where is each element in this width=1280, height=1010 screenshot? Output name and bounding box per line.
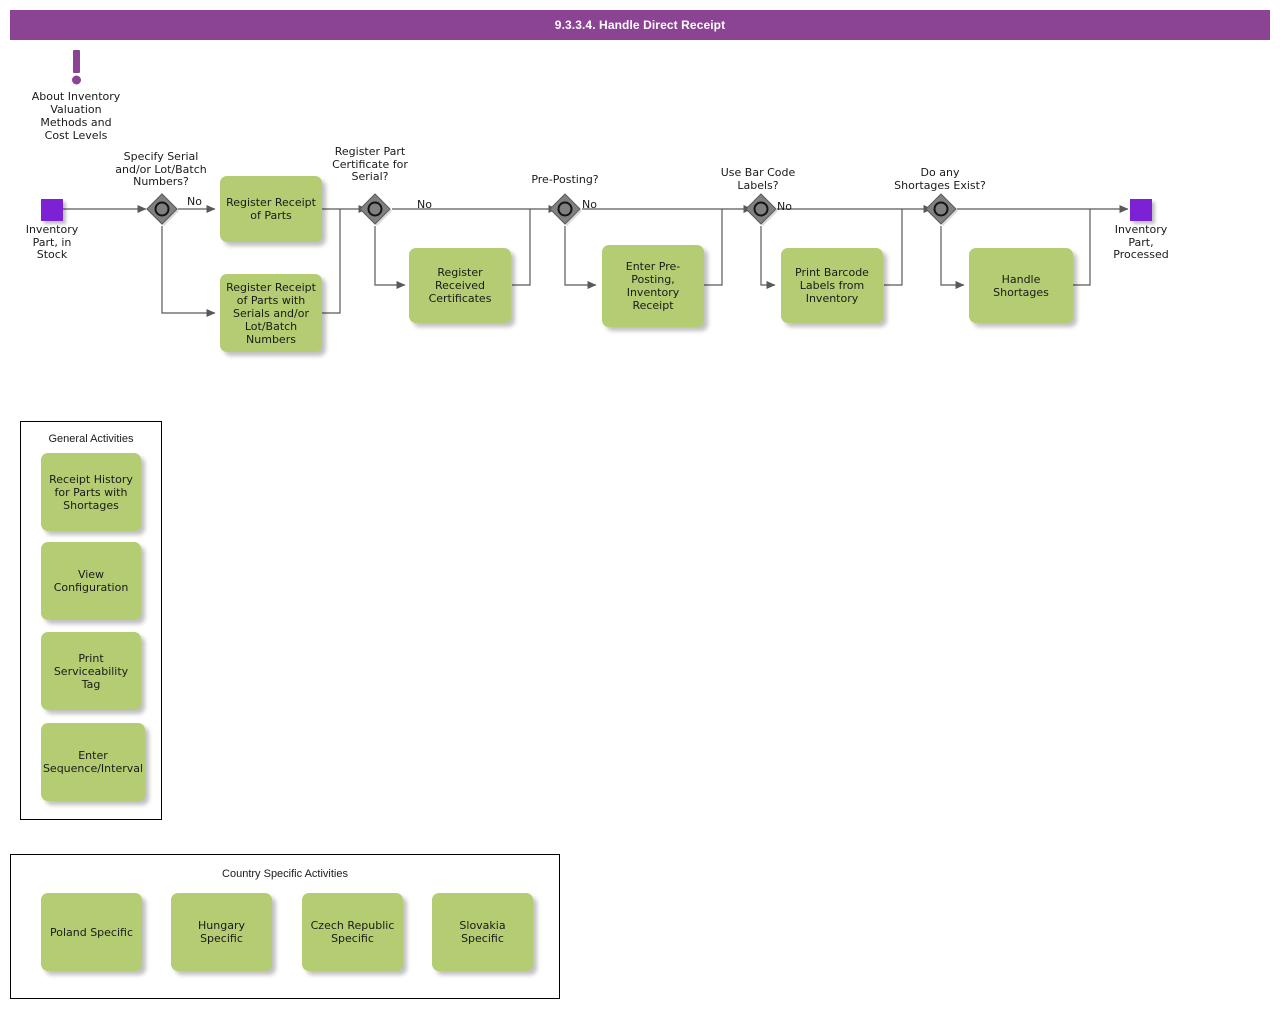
decision-label-shortages-exist: Do any Shortages Exist? [894,166,986,192]
activity-slovakia-specific[interactable]: Slovakia Specific [432,893,533,971]
decision-use-bar-code-labels[interactable] [744,192,778,226]
exclamation-mark-icon [70,50,82,86]
activity-handle-shortages[interactable]: Handle Shortages [969,248,1073,323]
decision-specify-serial[interactable] [145,192,179,226]
edge-label-use-bar-code-labels-no: No [777,200,792,213]
note-label: About Inventory Valuation Methods and Co… [31,90,121,142]
end-node-inventory-part-processed[interactable] [1130,199,1152,221]
decision-label-pre-posting: Pre-Posting? [531,173,599,186]
decision-label-register-part-certificate: Register Part Certificate for Serial? [332,145,408,183]
activity-czech-republic-specific[interactable]: Czech Republic Specific [302,893,403,971]
edge-label-specify-serial-no: No [187,195,202,208]
activity-register-receipt-of-parts-with-serials[interactable]: Register Receipt of Parts with Serials a… [220,274,322,352]
general-activities-title: General Activities [48,433,134,445]
activity-poland-specific[interactable]: Poland Specific [41,893,142,971]
general-activities-group: General Activities Receipt History for P… [20,421,162,820]
activity-view-configuration[interactable]: View Configuration [41,542,141,620]
decision-label-specify-serial: Specify Serial and/or Lot/Batch Numbers? [115,150,207,188]
activity-register-receipt-of-parts[interactable]: Register Receipt of Parts [220,176,322,242]
page-title: 9.3.3.4. Handle Direct Receipt [554,18,726,32]
decision-register-part-certificate[interactable] [358,192,392,226]
activity-enter-pre-posting-inventory-receipt[interactable]: Enter Pre- Posting, Inventory Receipt [602,245,704,327]
decision-pre-posting[interactable] [548,192,582,226]
start-node-label: Inventory Part, in Stock [25,223,79,261]
edge-label-register-part-certificate-no: No [417,198,432,211]
end-node-label: Inventory Part, Processed [1113,223,1169,261]
decision-shortages-exist[interactable] [924,192,958,226]
start-node-inventory-part-in-stock[interactable] [41,199,63,221]
country-specific-activities-title: Country Specific Activities [222,868,348,880]
activity-print-serviceability-tag[interactable]: Print Serviceability Tag [41,632,141,710]
activity-enter-sequence-interval[interactable]: Enter Sequence/Interval [41,723,145,801]
activity-register-received-certificates[interactable]: Register Received Certificates [409,248,511,323]
activity-receipt-history-for-parts-with-shortages[interactable]: Receipt History for Parts with Shortages [41,453,141,531]
decision-label-use-bar-code-labels: Use Bar Code Labels? [720,166,796,192]
edge-label-pre-posting-no: No [582,198,597,211]
activity-hungary-specific[interactable]: Hungary Specific [171,893,272,971]
activity-print-barcode-labels-from-inventory[interactable]: Print Barcode Labels from Inventory [781,248,883,323]
country-specific-activities-group: Country Specific Activities Poland Speci… [10,854,560,999]
page-title-bar: 9.3.3.4. Handle Direct Receipt [10,10,1270,40]
